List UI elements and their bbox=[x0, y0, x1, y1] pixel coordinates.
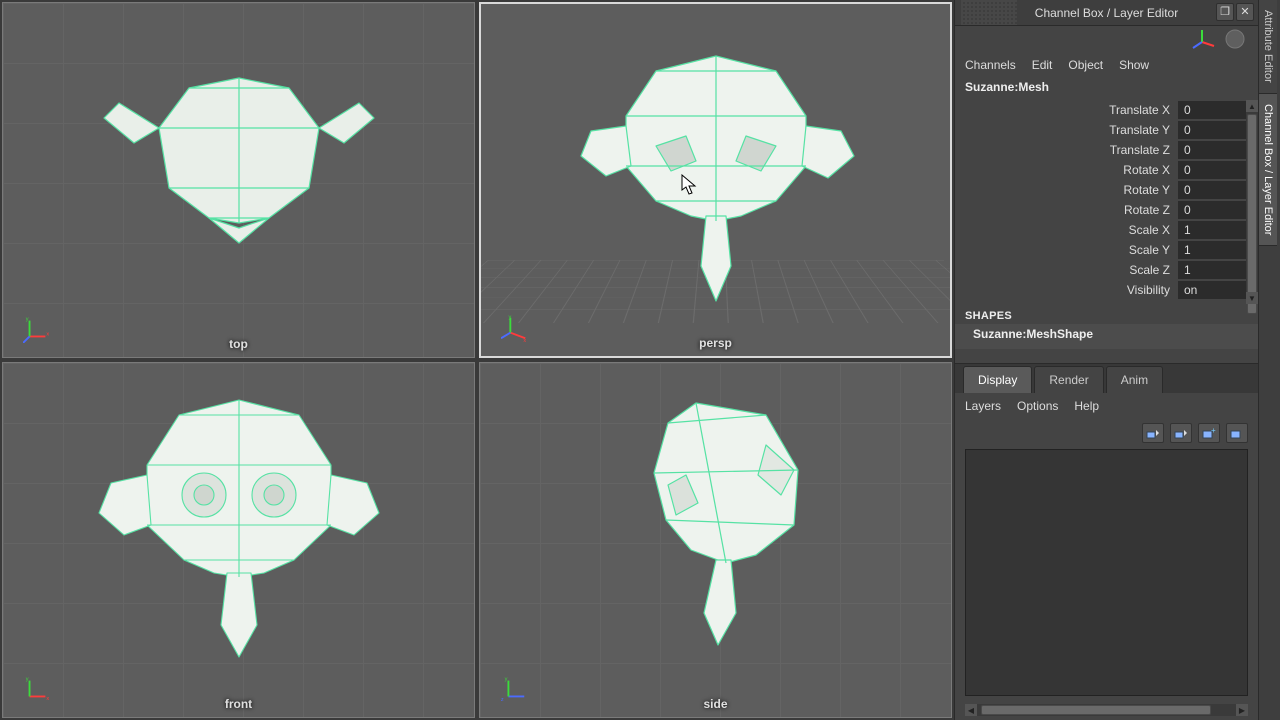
viewport-top[interactable]: x y top bbox=[2, 2, 475, 358]
layer-scrollbar-horizontal[interactable]: ◀ ▶ bbox=[965, 704, 1248, 716]
axis-gizmo-icon: x y bbox=[23, 315, 51, 343]
panel-titlebar[interactable]: Channel Box / Layer Editor ❐ ✕ bbox=[955, 0, 1258, 26]
menu-options[interactable]: Options bbox=[1017, 399, 1058, 413]
view-cube-icon[interactable] bbox=[1224, 28, 1246, 50]
side-tab-attribute-editor[interactable]: Attribute Editor bbox=[1259, 0, 1277, 94]
svg-text:y: y bbox=[505, 677, 508, 683]
axis-gizmo-icon: y x bbox=[501, 314, 529, 342]
orientation-gizmo-icon[interactable] bbox=[1192, 28, 1218, 50]
channel-row: Scale Y bbox=[955, 240, 1258, 260]
menu-edit[interactable]: Edit bbox=[1032, 58, 1053, 72]
svg-text:x: x bbox=[46, 696, 49, 702]
scrollbar-thumb[interactable] bbox=[1247, 114, 1257, 314]
svg-text:y: y bbox=[508, 315, 511, 321]
close-button[interactable]: ✕ bbox=[1236, 3, 1254, 21]
viewport-quad: x y top bbox=[0, 0, 954, 720]
viewport-persp[interactable]: y x persp bbox=[479, 2, 952, 358]
mesh-preview-side bbox=[576, 375, 856, 675]
viewport-label: persp bbox=[699, 336, 732, 350]
svg-text:y: y bbox=[26, 317, 29, 323]
channel-label: Rotate Z bbox=[955, 203, 1178, 217]
mesh-preview-persp bbox=[556, 36, 876, 336]
scrollbar-thumb[interactable] bbox=[981, 705, 1211, 715]
axis-gizmo-icon: y z bbox=[500, 675, 528, 703]
channel-scrollbar[interactable]: ▲ ▼ bbox=[1246, 100, 1258, 304]
channel-menu-bar: Channels Edit Object Show bbox=[955, 52, 1258, 76]
axis-gizmo-icon: y x bbox=[23, 675, 51, 703]
new-layer-from-selected-button[interactable]: + bbox=[1198, 423, 1220, 443]
svg-text:x: x bbox=[46, 332, 49, 338]
viewport-side[interactable]: y z side bbox=[479, 362, 952, 718]
channel-label: Scale Z bbox=[955, 263, 1178, 277]
selected-object-name[interactable]: Suzanne:Mesh bbox=[955, 76, 1258, 100]
layer-list[interactable] bbox=[965, 449, 1248, 696]
channel-label: Translate Z bbox=[955, 143, 1178, 157]
shape-node-name[interactable]: Suzanne:MeshShape bbox=[955, 324, 1258, 349]
viewport-front[interactable]: y x front bbox=[2, 362, 475, 718]
channel-row: Rotate Z bbox=[955, 200, 1258, 220]
channel-label: Scale Y bbox=[955, 243, 1178, 257]
svg-text:y: y bbox=[26, 677, 29, 683]
menu-help[interactable]: Help bbox=[1074, 399, 1099, 413]
channel-row: Translate Z bbox=[955, 140, 1258, 160]
layer-menu-bar: Layers Options Help bbox=[955, 393, 1258, 419]
channel-row: Rotate X bbox=[955, 160, 1258, 180]
channel-label: Translate Y bbox=[955, 123, 1178, 137]
viewport-label: side bbox=[703, 697, 727, 711]
channel-label: Rotate X bbox=[955, 163, 1178, 177]
mesh-preview-top bbox=[89, 48, 389, 288]
channel-row: Translate Y bbox=[955, 120, 1258, 140]
shapes-header: SHAPES bbox=[955, 304, 1258, 324]
menu-layers[interactable]: Layers bbox=[965, 399, 1001, 413]
menu-object[interactable]: Object bbox=[1068, 58, 1103, 72]
channel-label: Translate X bbox=[955, 103, 1178, 117]
menu-channels[interactable]: Channels bbox=[965, 58, 1016, 72]
side-tab-channel-box[interactable]: Channel Box / Layer Editor bbox=[1259, 94, 1277, 246]
channel-row: Visibility bbox=[955, 280, 1258, 300]
viewport-label: front bbox=[225, 697, 252, 711]
channel-row: Translate X bbox=[955, 100, 1258, 120]
channel-row: Scale Z bbox=[955, 260, 1258, 280]
popout-button[interactable]: ❐ bbox=[1216, 3, 1234, 21]
channel-list: Translate X Translate Y Translate Z Rotate … bbox=[955, 100, 1258, 304]
svg-text:+: + bbox=[1211, 427, 1216, 435]
side-tab-strip: Attribute Editor Channel Box / Layer Edi… bbox=[1258, 0, 1280, 720]
layer-tab-render[interactable]: Render bbox=[1034, 366, 1103, 393]
menu-show[interactable]: Show bbox=[1119, 58, 1149, 72]
channel-row: Rotate Y bbox=[955, 180, 1258, 200]
channel-label: Visibility bbox=[955, 283, 1178, 297]
layer-move-up-button[interactable] bbox=[1142, 423, 1164, 443]
viewport-label: top bbox=[229, 337, 248, 351]
panel-title-text: Channel Box / Layer Editor bbox=[1035, 6, 1178, 20]
channel-label: Scale X bbox=[955, 223, 1178, 237]
channel-box-panel: Channel Box / Layer Editor ❐ ✕ bbox=[954, 0, 1280, 720]
channel-row: Scale X bbox=[955, 220, 1258, 240]
svg-text:x: x bbox=[523, 338, 526, 342]
layer-toolbar: + bbox=[955, 419, 1258, 449]
layer-tab-display[interactable]: Display bbox=[963, 366, 1032, 393]
layer-editor-tabs: Display Render Anim bbox=[955, 363, 1258, 393]
layer-move-down-button[interactable] bbox=[1170, 423, 1192, 443]
svg-text:z: z bbox=[501, 697, 504, 703]
new-empty-layer-button[interactable] bbox=[1226, 423, 1248, 443]
drag-handle-icon[interactable] bbox=[961, 0, 1017, 25]
layer-tab-anim[interactable]: Anim bbox=[1106, 366, 1163, 393]
channel-label: Rotate Y bbox=[955, 183, 1178, 197]
mesh-preview-front bbox=[69, 375, 409, 675]
